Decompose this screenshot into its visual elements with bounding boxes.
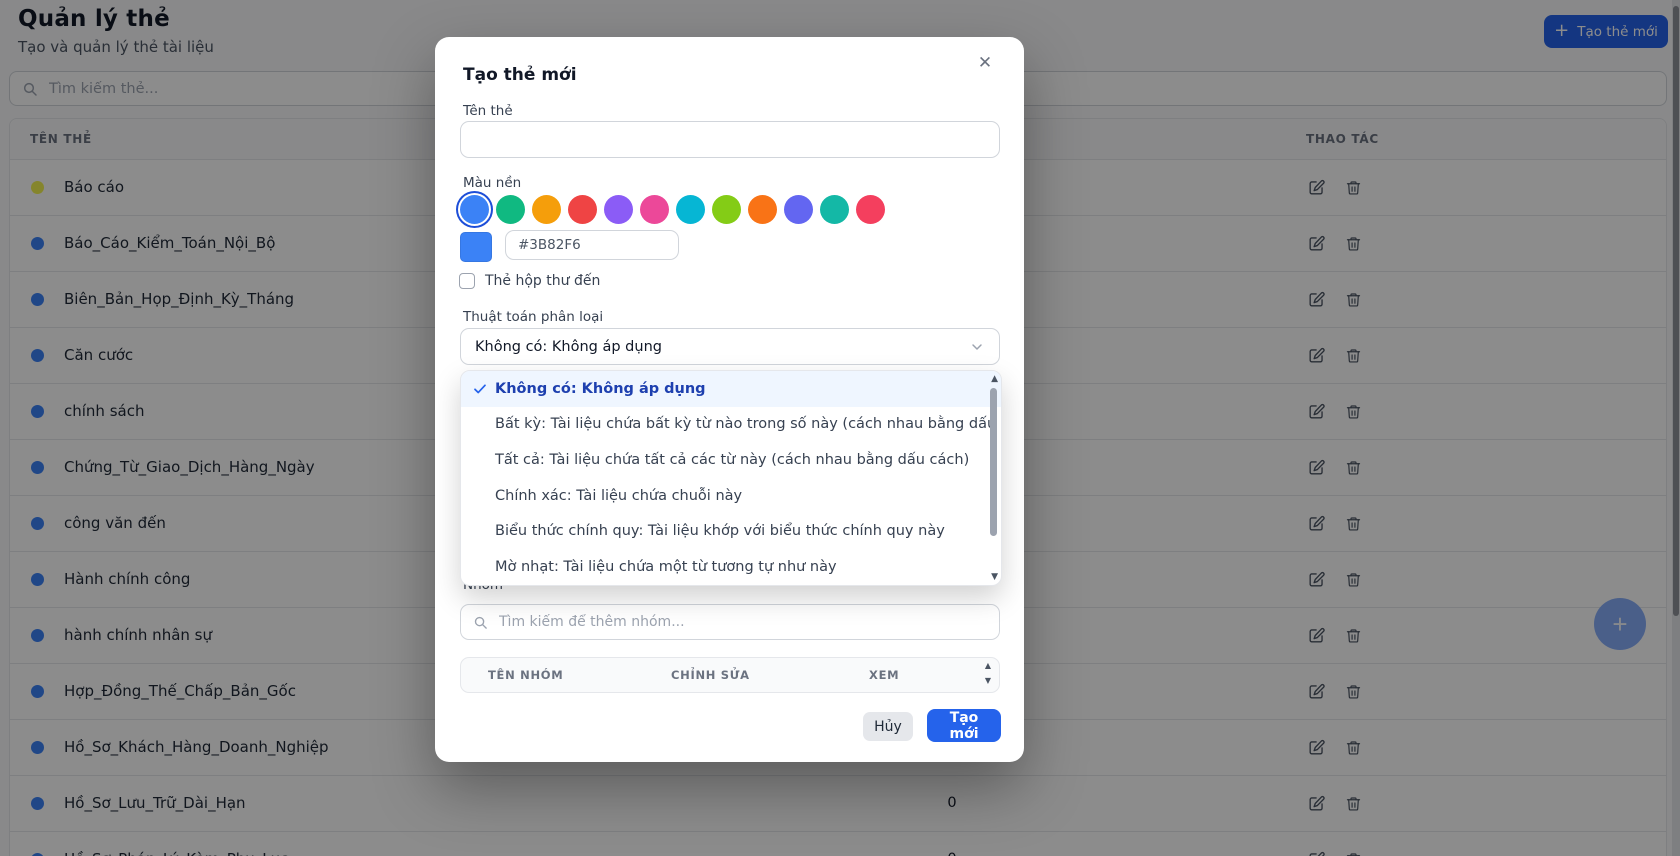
submit-button[interactable]: Tạo mới <box>927 709 1001 742</box>
scroll-up-icon[interactable]: ▲ <box>985 661 991 670</box>
group-column-header: TÊN NHÓM <box>488 658 563 692</box>
algorithm-label: Thuật toán phân loại <box>463 309 603 325</box>
dropdown-option[interactable]: Không có: Không áp dụng <box>461 371 1001 407</box>
cancel-button[interactable]: Hủy <box>863 712 913 741</box>
group-column-header: CHỈNH SỬA <box>671 658 750 692</box>
group-column-header: XEM <box>869 658 899 692</box>
color-swatch[interactable] <box>496 195 525 224</box>
inbox-checkbox-label: Thẻ hộp thư đến <box>485 273 600 289</box>
color-swatch[interactable] <box>640 195 669 224</box>
color-swatch[interactable] <box>532 195 561 224</box>
color-swatch[interactable] <box>820 195 849 224</box>
hex-color-input[interactable] <box>505 230 679 260</box>
algorithm-select[interactable]: Không có: Không áp dụng <box>460 328 1000 365</box>
modal-title: Tạo thẻ mới <box>463 65 577 85</box>
color-swatch[interactable] <box>604 195 633 224</box>
color-swatch[interactable] <box>712 195 741 224</box>
color-swatches <box>460 195 885 224</box>
tag-name-label: Tên thẻ <box>463 103 513 119</box>
app-frame: Quản lý thẻ Tạo và quản lý thẻ tài liệu … <box>0 0 1680 856</box>
check-icon <box>472 381 488 397</box>
color-swatch[interactable] <box>784 195 813 224</box>
algorithm-select-value: Không có: Không áp dụng <box>475 339 662 355</box>
dropdown-option[interactable]: Bất kỳ: Tài liệu chứa bất kỳ từ nào tron… <box>461 407 1001 443</box>
scroll-down-icon[interactable]: ▼ <box>985 676 991 685</box>
dropdown-option[interactable]: Biểu thức chính quy: Tài liệu khớp với b… <box>461 513 1001 549</box>
scroll-up-icon[interactable]: ▲ <box>991 374 998 384</box>
tag-name-input[interactable] <box>460 121 1000 158</box>
color-swatch[interactable] <box>856 195 885 224</box>
dropdown-option[interactable]: Tất cả: Tài liệu chứa tất cả các từ này … <box>461 442 1001 478</box>
color-swatch[interactable] <box>676 195 705 224</box>
group-table: TÊN NHÓM CHỈNH SỬA XEM ▲ ▼ <box>460 657 1000 693</box>
chevron-down-icon <box>969 339 985 355</box>
dropdown-option[interactable]: Mờ nhạt: Tài liệu chứa một từ tương tự n… <box>461 549 1001 585</box>
color-preview <box>460 232 492 262</box>
color-swatch[interactable] <box>748 195 777 224</box>
search-icon <box>473 615 488 630</box>
inbox-checkbox-row[interactable]: Thẻ hộp thư đến <box>459 273 600 289</box>
close-icon[interactable]: ✕ <box>971 49 999 77</box>
background-color-label: Màu nền <box>463 175 521 191</box>
algorithm-dropdown: Không có: Không áp dụngBất kỳ: Tài liệu … <box>460 370 1002 586</box>
dropdown-scrollbar-thumb[interactable] <box>990 388 997 536</box>
color-swatch[interactable] <box>460 195 489 224</box>
group-search-box <box>460 604 1000 640</box>
color-swatch[interactable] <box>568 195 597 224</box>
dropdown-option[interactable]: Chính xác: Tài liệu chứa chuỗi này <box>461 478 1001 514</box>
create-tag-modal: ✕ Tạo thẻ mới Tên thẻ Màu nền Thẻ hộp th… <box>435 37 1024 762</box>
dropdown-options: Không có: Không áp dụngBất kỳ: Tài liệu … <box>461 371 1001 585</box>
group-search-input[interactable] <box>497 613 987 631</box>
inbox-checkbox[interactable] <box>459 273 475 289</box>
scroll-down-icon[interactable]: ▼ <box>991 572 998 582</box>
